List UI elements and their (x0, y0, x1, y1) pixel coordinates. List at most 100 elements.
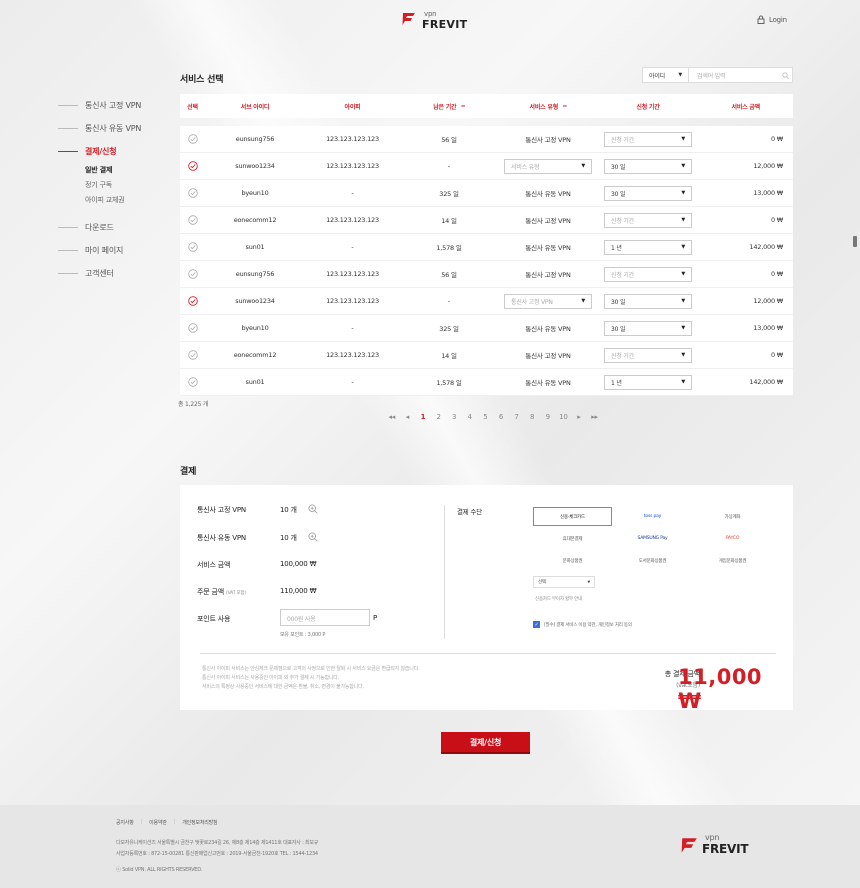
sidebar-item-mypage[interactable]: 마이 페이지 (58, 239, 168, 262)
next-page-icon[interactable]: ▸ (571, 413, 587, 421)
row-checkbox[interactable] (180, 161, 205, 171)
zoom-in-icon[interactable] (308, 532, 318, 542)
period-select[interactable]: 30 일 ▼ (604, 158, 692, 174)
period-select[interactable]: 신청 기간 ▼ (604, 347, 692, 363)
payment-method-option[interactable]: 게임문화상품권 (693, 551, 772, 570)
lock-icon (757, 15, 765, 24)
row-checkbox[interactable] (180, 323, 205, 333)
service-price: 0 ₩ (770, 216, 783, 224)
remain-days: 14 일 (441, 217, 457, 225)
page-number[interactable]: 8 (524, 413, 540, 421)
unchecked-icon (187, 269, 198, 279)
footer-link[interactable]: 이용약관 (149, 819, 167, 826)
payment-method-option[interactable]: toss pay (613, 507, 692, 526)
row-checkbox[interactable] (180, 350, 205, 360)
row-checkbox[interactable] (180, 215, 205, 225)
period-select[interactable]: 1 년 ▼ (604, 239, 692, 255)
login-button[interactable]: Login (757, 15, 787, 24)
select-value: 신청 기간 (611, 352, 634, 360)
remain-days: 56 일 (441, 136, 457, 144)
order-amount-value: 110,000 ₩ (280, 587, 317, 595)
footer-link[interactable]: 공지사항 (116, 819, 134, 826)
search-button[interactable] (778, 71, 792, 79)
notice-line: 통신사 아이피 서비스는 안심체크 문제점으로 고객의 사정으로 인한 탈퇴 시… (202, 666, 420, 672)
remain-days: 56 일 (441, 271, 457, 279)
page-number[interactable]: 4 (462, 413, 478, 421)
sidebar-subitem-ip-change[interactable]: 아이피 교체권 (58, 193, 168, 208)
dropdown-arrow-icon: ▼ (681, 352, 685, 358)
period-select[interactable]: 30 일 ▼ (604, 185, 692, 201)
sidebar-item-fixed-vpn[interactable]: 통신사 고정 VPN (58, 94, 168, 117)
payment-method-option[interactable]: 신용·체크카드 (533, 507, 612, 526)
unchecked-icon (187, 188, 198, 198)
period-select[interactable]: 신청 기간 ▼ (604, 131, 692, 147)
prev-page-icon[interactable]: ◂ (400, 413, 416, 421)
row-checkbox[interactable] (180, 134, 205, 144)
payment-method-option[interactable]: 문화상품권 (533, 551, 612, 570)
col-subid: 서브 아이디 (240, 103, 270, 111)
page-number[interactable]: 2 (431, 413, 447, 421)
sub-id: byeun10 (241, 324, 269, 332)
page-number[interactable]: 7 (509, 413, 525, 421)
logo-name: FREVIT (702, 842, 749, 856)
period-select[interactable]: 30 일 ▼ (604, 320, 692, 336)
sidebar-item-dynamic-vpn[interactable]: 통신사 유동 VPN (58, 117, 168, 140)
submit-button[interactable]: 결제/신청 (441, 732, 530, 754)
row-checkbox[interactable] (180, 188, 205, 198)
dynamic-vpn-count: 10 개 (280, 534, 297, 542)
col-type[interactable]: 서비스 유형 ━ (498, 102, 598, 111)
payment-method-option[interactable]: 도서문화상품권 (613, 551, 692, 570)
service-price: 142,000 ₩ (749, 243, 783, 251)
payment-method-option[interactable]: PAYCO (693, 529, 772, 548)
card-select[interactable]: 선택 ▼ (533, 576, 595, 588)
payment-method-option[interactable]: 휴대폰결제 (533, 529, 612, 548)
period-select[interactable]: 신청 기간 ▼ (604, 212, 692, 228)
select-value: 1 년 (611, 379, 622, 387)
payment-method-option[interactable]: SAMSUNG Pay (613, 529, 692, 548)
page-number[interactable]: 6 (493, 413, 509, 421)
remain-days: - (447, 297, 451, 305)
service-type-select[interactable]: 통신사 고정 VPN ▼ (504, 293, 592, 309)
service-type: 통신사 유동 VPN (525, 190, 571, 198)
sidebar-subitem-subscription[interactable]: 정기 구독 (58, 178, 168, 193)
point-input[interactable]: 000원 사용 (280, 609, 370, 626)
service-type-cell: 통신사 유동 VPN (498, 242, 598, 252)
period-select[interactable]: 1 년 ▼ (604, 374, 692, 390)
row-checkbox[interactable] (180, 377, 205, 387)
sidebar-item-payment[interactable]: 결제/신청 (58, 140, 168, 163)
footer-info: 다보자유니케이션즈 서울특별시 금천구 벚꽃로234길 26, 제8층 제14층… (116, 838, 318, 876)
search-input[interactable]: 검색어 입력 (689, 71, 778, 80)
row-checkbox[interactable] (180, 296, 205, 306)
scrollbar-thumb[interactable] (853, 236, 857, 247)
sidebar-subitem-general-payment[interactable]: 일반 결제 (58, 163, 168, 178)
table-row: byeun10 - 325 일 통신사 유동 VPN 30 일 ▼ 13,000 … (180, 180, 793, 207)
col-remain[interactable]: 남은 기간 ━ (400, 102, 498, 111)
page-number[interactable]: 9 (540, 413, 556, 421)
select-value: 통신사 고정 VPN (511, 298, 553, 306)
footer-link[interactable]: 개인정보처리방침 (182, 819, 217, 826)
payment-method-option[interactable]: 가상계좌 (693, 507, 772, 526)
row-checkbox[interactable] (180, 242, 205, 252)
sidebar-item-download[interactable]: 다운로드 (58, 216, 168, 239)
first-page-icon[interactable]: ◂◂ (384, 413, 400, 421)
agree-checkbox[interactable]: ✓ (533, 621, 540, 628)
zoom-in-icon[interactable] (308, 504, 318, 514)
last-page-icon[interactable]: ▸▸ (587, 413, 603, 421)
service-type: 통신사 고정 VPN (525, 217, 571, 225)
sidebar-item-label: 결제/신청 (85, 147, 117, 156)
period-cell: 신청 기간 ▼ (598, 266, 698, 282)
brand-logo[interactable]: vpn FREVIT (402, 10, 467, 32)
table-row: byeun10 - 325 일 통신사 유동 VPN 30 일 ▼ 13,000 … (180, 315, 793, 342)
page-number[interactable]: 5 (478, 413, 494, 421)
search-type-select[interactable]: 아이디 ▼ (643, 68, 689, 82)
page-number[interactable]: 1 (415, 413, 431, 421)
logo-name: FREVIT (422, 18, 468, 31)
sidebar-item-support[interactable]: 고객센터 (58, 262, 168, 285)
service-type-select[interactable]: 서비스 유형 ▼ (504, 158, 592, 174)
row-checkbox[interactable] (180, 269, 205, 279)
period-select[interactable]: 30 일 ▼ (604, 293, 692, 309)
page-number[interactable]: 10 (556, 413, 572, 421)
page-number[interactable]: 3 (446, 413, 462, 421)
period-select[interactable]: 신청 기간 ▼ (604, 266, 692, 282)
link-separator: | (140, 819, 143, 825)
